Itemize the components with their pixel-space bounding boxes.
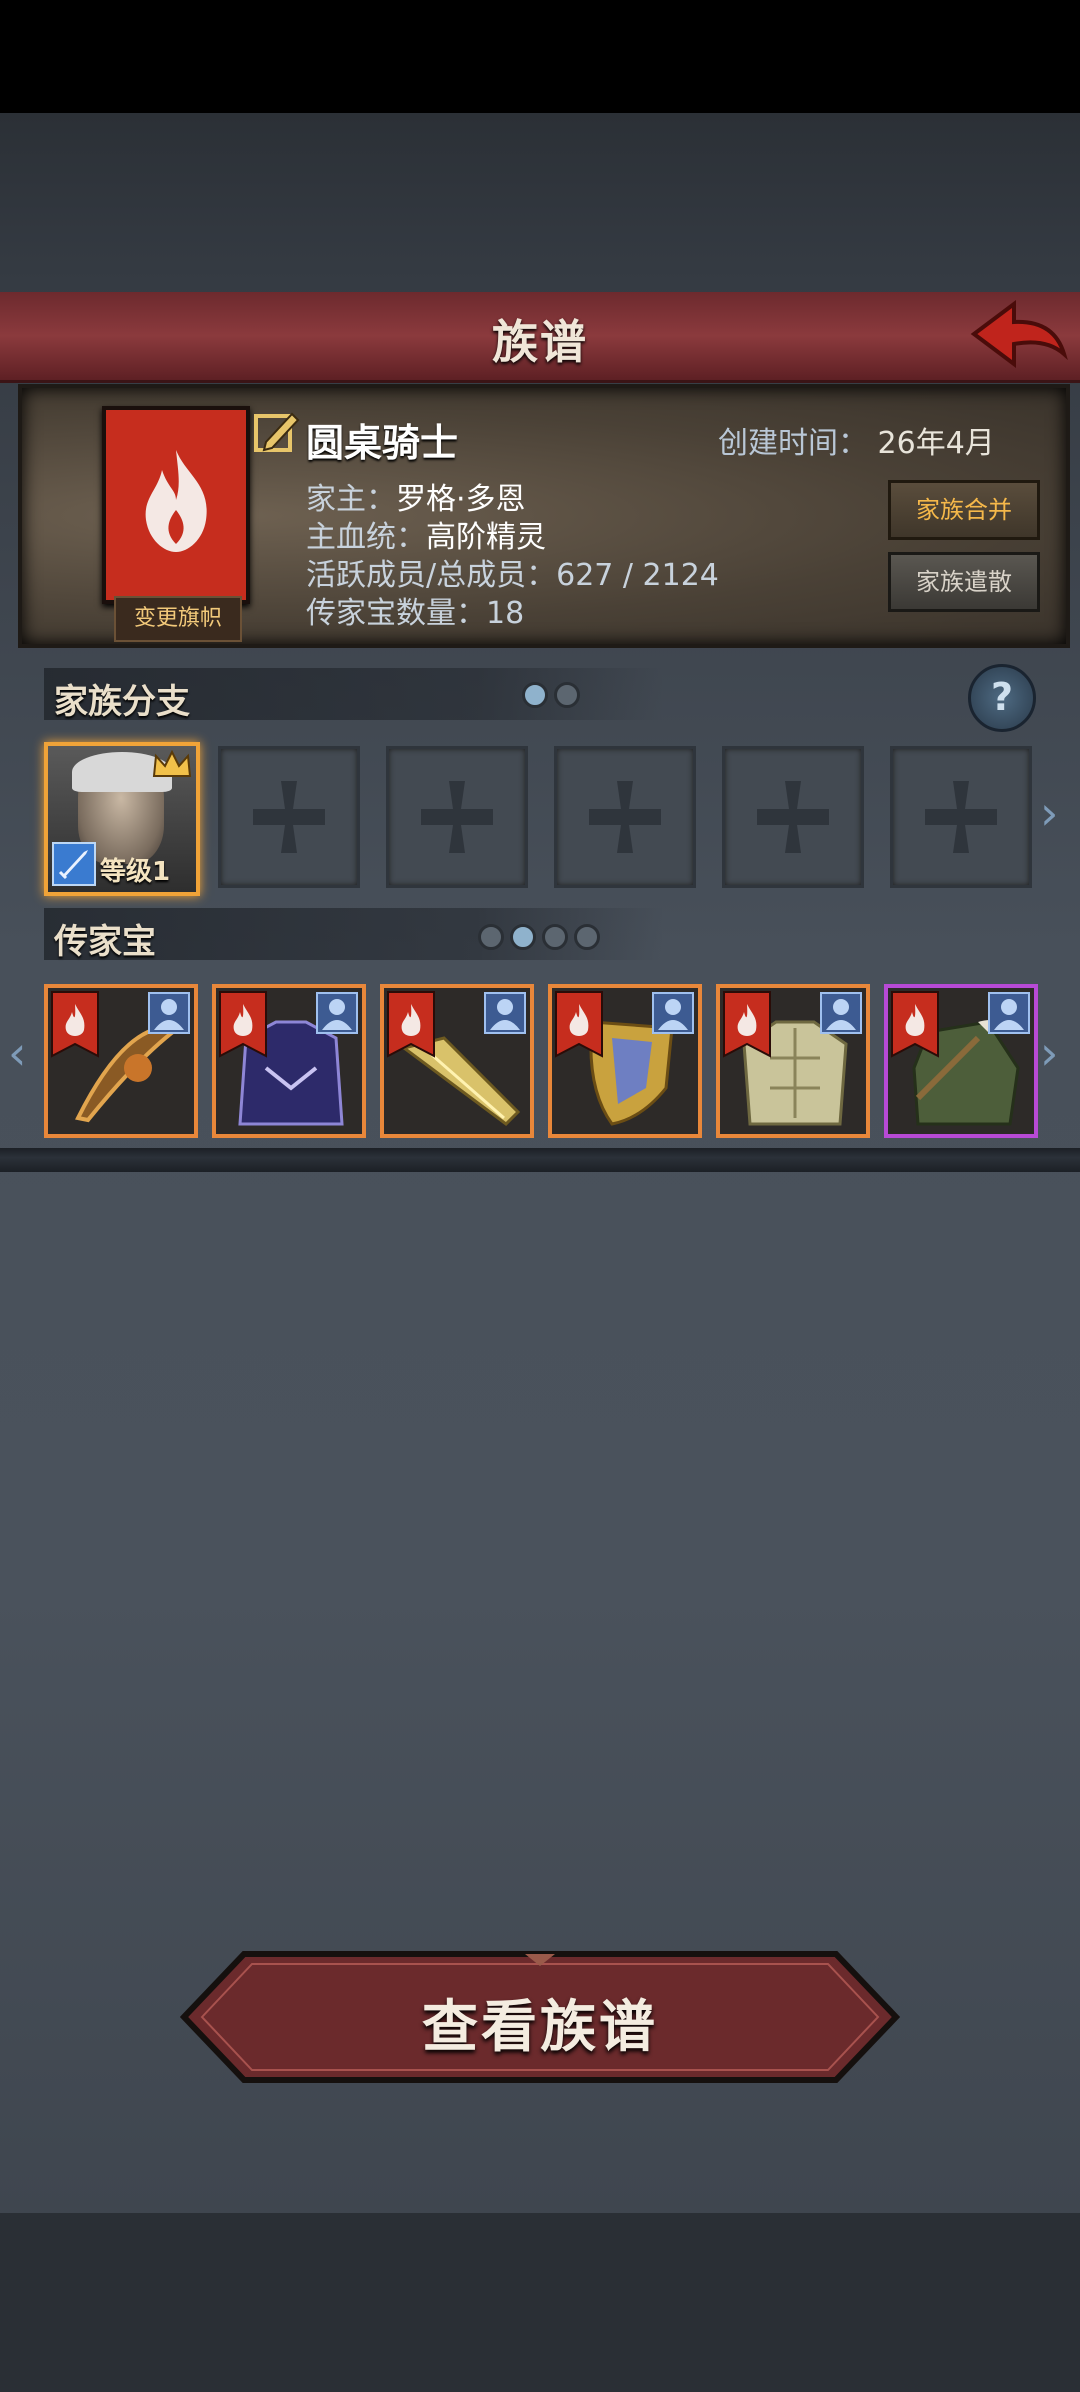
disband-clan-button[interactable]: 家族遣散: [888, 552, 1040, 612]
page-dot: [522, 682, 548, 708]
cross-icon: [421, 781, 493, 853]
clan-flag-icon: [555, 991, 603, 1058]
page-dot: [574, 924, 600, 950]
back-arrow-icon[interactable]: [968, 298, 1068, 374]
bottom-bar: [0, 2213, 1080, 2392]
heirloom-item-chestplate[interactable]: [716, 984, 870, 1138]
crown-icon: [152, 750, 192, 777]
status-bar: [0, 0, 1080, 113]
clan-name: 圆桌骑士: [306, 421, 459, 465]
flame-icon: [145, 450, 207, 552]
view-family-tree-button[interactable]: 查看族谱: [179, 1950, 901, 2084]
heirloom-count-value: 18: [486, 596, 525, 631]
leader-level: 等级1: [100, 857, 171, 887]
heirloom-count-label: 传家宝数量：: [306, 596, 486, 631]
heirloom-item-cloak[interactable]: [884, 984, 1038, 1138]
person-icon: [148, 992, 190, 1034]
heirlooms-title: 传家宝: [54, 922, 156, 962]
cross-icon: [925, 781, 997, 853]
empty-branch-slot[interactable]: [386, 746, 528, 888]
merge-clan-button[interactable]: 家族合并: [888, 480, 1040, 540]
section-divider: [0, 1148, 1080, 1172]
clan-banner[interactable]: [102, 406, 250, 604]
clan-info-panel: 变更旗帜 圆桌骑士 创建时间： 26年4月 家主：罗格·多恩 主血统：高阶精灵 …: [18, 384, 1070, 648]
person-icon: [988, 992, 1030, 1034]
title-bar: 族谱: [0, 292, 1080, 383]
view-family-tree-label: 查看族谱: [422, 1995, 658, 2060]
person-icon: [484, 992, 526, 1034]
clan-flag-icon: [51, 991, 99, 1058]
created-time: 创建时间： 26年4月: [718, 418, 995, 462]
sword-class-icon: [52, 842, 96, 886]
clan-flag-icon: [723, 991, 771, 1058]
help-button[interactable]: ?: [968, 664, 1036, 732]
branch-leader-card[interactable]: 等级1: [44, 742, 200, 896]
heirloom-item-bow[interactable]: [44, 984, 198, 1138]
created-time-value: 26年4月: [877, 426, 995, 461]
heirlooms-page-indicator: [478, 924, 600, 950]
branches-page-indicator: [522, 682, 580, 708]
edit-icon[interactable]: [252, 408, 300, 456]
heirlooms-next-arrow-icon[interactable]: ›: [1040, 1026, 1058, 1080]
cross-icon: [757, 781, 829, 853]
person-icon: [820, 992, 862, 1034]
person-icon: [316, 992, 358, 1034]
page-dot: [510, 924, 536, 950]
empty-branch-slot[interactable]: [722, 746, 864, 888]
person-icon: [652, 992, 694, 1034]
heirloom-item-sword[interactable]: [380, 984, 534, 1138]
heirloom-item-shield[interactable]: [548, 984, 702, 1138]
page-dot: [554, 682, 580, 708]
empty-branch-slot[interactable]: [218, 746, 360, 888]
page-title: 族谱: [492, 315, 588, 369]
heirloom-item-armor[interactable]: [212, 984, 366, 1138]
page-dot: [542, 924, 568, 950]
heirlooms-prev-arrow-icon[interactable]: ‹: [8, 1026, 26, 1080]
change-flag-button[interactable]: 变更旗帜: [114, 596, 242, 642]
empty-branch-slot[interactable]: [890, 746, 1032, 888]
heirloom-count-row: 传家宝数量：18: [306, 588, 524, 632]
empty-branch-slot[interactable]: [554, 746, 696, 888]
page-dot: [478, 924, 504, 950]
branches-title: 家族分支: [54, 682, 190, 722]
clan-flag-icon: [891, 991, 939, 1058]
created-time-label: 创建时间：: [718, 426, 868, 461]
cross-icon: [589, 781, 661, 853]
clan-flag-icon: [219, 991, 267, 1058]
branches-next-arrow-icon[interactable]: ›: [1040, 786, 1058, 840]
clan-flag-icon: [387, 991, 435, 1058]
cross-icon: [253, 781, 325, 853]
members-value: 627 / 2124: [556, 558, 719, 593]
